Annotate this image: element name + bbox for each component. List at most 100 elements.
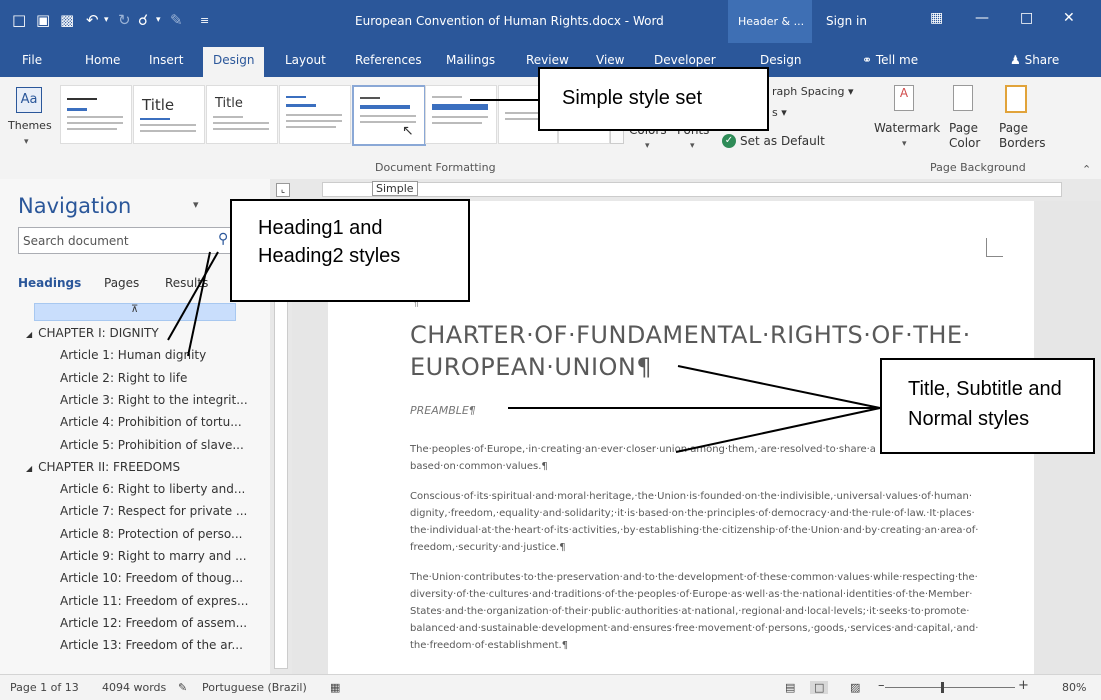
themes-button[interactable]: Aa Themes ▾ (8, 83, 52, 155)
preamble-subtitle[interactable]: PREAMBLE¶ (410, 404, 476, 417)
customize-toolbar-icon[interactable]: ≡ (200, 14, 209, 27)
language-status[interactable]: Portuguese (Brazil) (202, 681, 307, 694)
redo-icon[interactable]: ↻ (118, 11, 131, 29)
style-set-title-2[interactable]: Title (206, 85, 278, 144)
nav-tab-headings[interactable]: Headings (18, 276, 81, 290)
zoom-in-icon[interactable]: + (1018, 678, 1029, 693)
watermark-label: Watermark (874, 121, 941, 135)
nav-tab-pages[interactable]: Pages (104, 276, 139, 290)
save-as-icon[interactable]: ▩ (60, 11, 74, 29)
close-icon[interactable]: ✕ (1063, 10, 1075, 26)
new-document-icon[interactable]: □ (12, 11, 26, 29)
tab-file[interactable]: File (22, 53, 42, 67)
tab-header-footer-design[interactable]: Design (760, 53, 801, 67)
zoom-slider-thumb[interactable] (941, 682, 944, 693)
nav-article-heading[interactable]: Article 6: Right to liberty and... (60, 482, 245, 496)
checkmark-icon: ✓ (722, 134, 736, 148)
page-borders-icon (1005, 85, 1027, 113)
tab-view[interactable]: View (596, 53, 624, 67)
undo-dropdown-icon[interactable]: ▾ (104, 15, 109, 25)
nav-article-heading[interactable]: Article 12: Freedom of assem... (60, 616, 247, 630)
undo-icon[interactable]: ↶ (86, 11, 99, 29)
proofing-icon[interactable]: ✎ (178, 681, 187, 694)
touch-dropdown-icon[interactable]: ▾ (156, 15, 161, 25)
tab-review[interactable]: Review (526, 53, 569, 67)
nav-article-heading[interactable]: Article 13: Freedom of the ar... (60, 638, 243, 652)
watermark-icon: A (894, 85, 914, 111)
effects-button[interactable]: s ▾ (772, 106, 787, 119)
nav-article-heading[interactable]: Article 8: Protection of perso... (60, 527, 242, 541)
nav-article-heading[interactable]: Article 5: Prohibition of slave... (60, 438, 244, 452)
style-set-5[interactable] (425, 85, 497, 144)
nav-article-heading[interactable]: Article 11: Freedom of expres... (60, 594, 248, 608)
nav-article-heading[interactable]: Article 9: Right to marry and ... (60, 549, 247, 563)
macro-record-icon[interactable]: ▦ (330, 681, 340, 694)
nav-article-heading[interactable]: Article 10: Freedom of thoug... (60, 571, 243, 585)
watermark-button[interactable]: A Watermark ▾ (872, 83, 942, 155)
nav-heading-label: Article 2: Right to life (60, 370, 188, 385)
save-icon[interactable]: ▣ (36, 11, 50, 29)
nav-tab-results[interactable]: Results (165, 276, 208, 290)
tab-selector[interactable]: ⌞ (276, 183, 290, 197)
paragraph-3[interactable]: The·Union·contributes·to·the·preservatio… (410, 569, 992, 654)
paragraph-2[interactable]: Conscious·of·its·spiritual·and·moral·her… (410, 488, 992, 556)
tell-me-search[interactable]: ⚭ Tell me (862, 53, 918, 67)
tab-insert[interactable]: Insert (149, 53, 183, 67)
nav-chapter-heading[interactable]: ◢ CHAPTER II: FREEDOMS (26, 460, 180, 474)
nav-heading-label: Article 3: Right to the integrit... (60, 392, 248, 407)
nav-heading-label: Article 9: Right to marry and ... (60, 549, 247, 563)
nav-heading-label: Article 6: Right to liberty and... (60, 482, 246, 497)
zoom-level[interactable]: 80% (1062, 681, 1086, 694)
tab-developer[interactable]: Developer (654, 53, 716, 67)
zoom-slider[interactable] (885, 682, 1015, 693)
nav-heading-label: Article 11: Freedom of expres... (60, 593, 249, 608)
style-set-default[interactable] (60, 85, 132, 144)
tab-design[interactable]: Design (203, 47, 265, 77)
print-layout-icon[interactable]: □ (810, 681, 829, 694)
nav-chapter-heading[interactable]: ◢ CHAPTER I: DIGNITY (26, 326, 159, 340)
nav-options-dropdown-icon[interactable]: ▾ (193, 198, 199, 211)
expand-triangle-icon[interactable]: ◢ (26, 464, 32, 473)
page-borders-label: Page Borders (999, 121, 1046, 150)
set-as-default-button[interactable]: Set as Default (740, 134, 825, 148)
minimize-icon[interactable]: — (975, 10, 989, 26)
title-bar: □ ▣ ▩ ↶ ▾ ↻ ☌ ▾ ✎ ≡ European Convention … (0, 0, 1101, 43)
nav-article-heading[interactable]: Article 4: Prohibition of tortu... (60, 415, 242, 429)
maximize-icon[interactable]: □ (1020, 10, 1033, 26)
search-icon[interactable]: ⚲ (218, 231, 228, 247)
nav-article-heading[interactable]: Article 7: Respect for private ... (60, 504, 247, 518)
style-set-title-1[interactable]: Title (133, 85, 205, 144)
page-color-icon (953, 85, 973, 111)
page-color-button[interactable]: Page Color (945, 83, 997, 155)
callout-title-line-1: Title, Subtitle and (908, 378, 1062, 400)
touch-mode-icon[interactable]: ☌ (138, 11, 148, 29)
tab-layout[interactable]: Layout (285, 53, 326, 67)
page-corner-mark (986, 238, 1003, 257)
nav-article-heading[interactable]: Article 3: Right to the integrit... (60, 393, 248, 407)
nav-article-heading[interactable]: Article 1: Human dignity (60, 348, 206, 362)
themes-icon: Aa (16, 87, 42, 113)
ribbon-display-icon[interactable]: ▦ (930, 10, 943, 26)
tab-references[interactable]: References (355, 53, 422, 67)
nav-article-heading[interactable]: Article 2: Right to life (60, 371, 187, 385)
sign-in-link[interactable]: Sign in (826, 14, 867, 28)
page-borders-button[interactable]: Page Borders (995, 83, 1045, 155)
tab-home[interactable]: Home (85, 53, 120, 67)
search-document-input[interactable]: Search document (18, 227, 234, 254)
paragraph-spacing-button[interactable]: raph Spacing ▾ (772, 85, 854, 98)
read-mode-icon[interactable]: ▤ (785, 681, 795, 694)
zoom-out-icon[interactable]: – (878, 678, 885, 693)
share-button[interactable]: ♟ Share (1010, 53, 1059, 67)
word-count[interactable]: 4094 words (102, 681, 166, 694)
style-set-3[interactable] (279, 85, 351, 144)
share-label: Share (1024, 53, 1060, 67)
nav-selected-heading[interactable]: ⊼ (34, 303, 236, 321)
web-layout-icon[interactable]: ▨ (850, 681, 860, 694)
tab-mailings[interactable]: Mailings (446, 53, 495, 67)
page-count[interactable]: Page 1 of 13 (10, 681, 79, 694)
nav-heading-label: Article 4: Prohibition of tortu... (60, 415, 242, 430)
collapse-ribbon-icon[interactable]: ⌃ (1082, 163, 1091, 176)
style-set-simple[interactable]: ↖ (352, 85, 426, 146)
expand-triangle-icon[interactable]: ◢ (26, 330, 32, 339)
format-painter-icon[interactable]: ✎ (170, 11, 183, 29)
